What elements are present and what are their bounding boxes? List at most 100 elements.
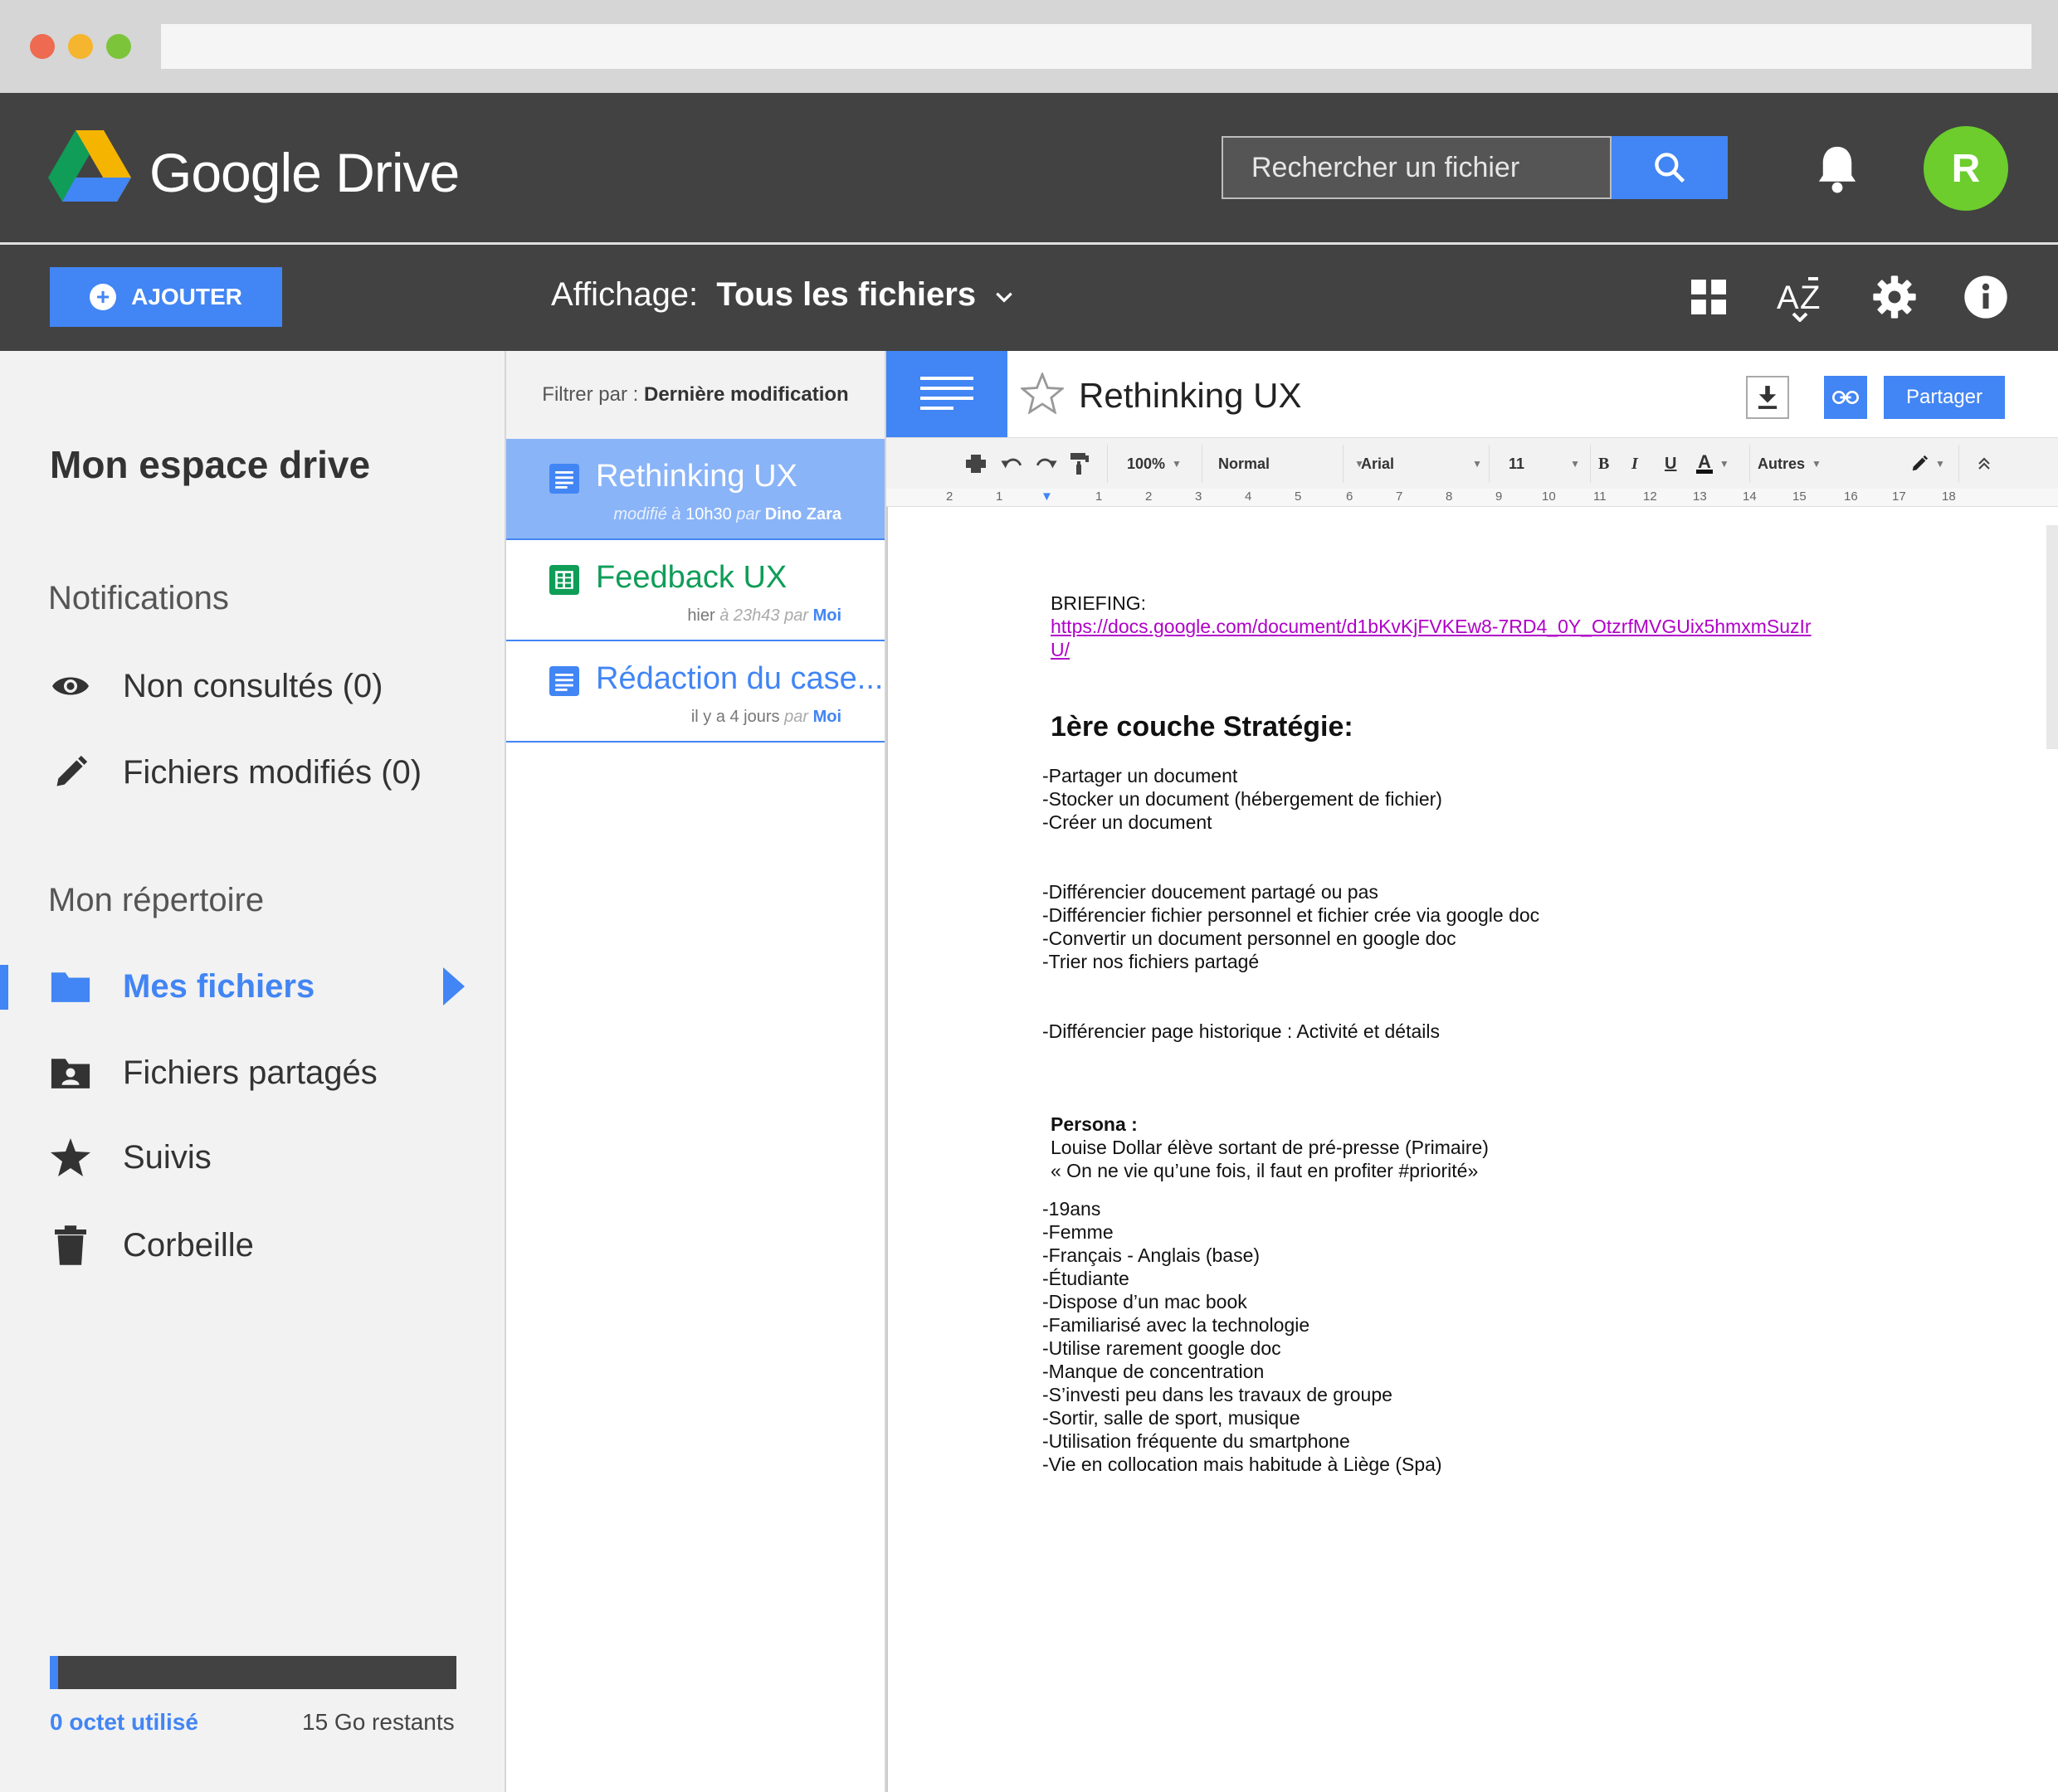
app-header: Google Drive R <box>0 93 2058 242</box>
ruler-tick: 12 <box>1643 489 1657 504</box>
minimize-window-icon[interactable] <box>68 34 93 59</box>
sidebar-item-unread[interactable]: Non consultés (0) <box>0 653 505 719</box>
ruler-tick: 15 <box>1792 489 1807 504</box>
doc-paragraph: -Différencier page historique : Activité… <box>1042 1020 1440 1042</box>
zoom-select[interactable]: 100% ▼ <box>1127 438 1182 489</box>
pencil-icon <box>1912 455 1929 471</box>
sidebar-item-trash[interactable]: Corbeille <box>0 1212 505 1278</box>
main-toolbar: + AJOUTER Affichage: Tous les fichiers A… <box>0 245 2058 351</box>
ruler-tick: 2 <box>1145 489 1153 504</box>
font-size-select[interactable]: 11 ▼ <box>1509 438 1592 489</box>
svg-text:A: A <box>1777 280 1799 316</box>
gear-icon <box>1873 275 1916 319</box>
search-input[interactable] <box>1222 136 1612 199</box>
briefing-link[interactable]: https://docs.google.com/document/d1bKvKj… <box>1051 615 1812 638</box>
folder-icon <box>48 964 93 1009</box>
file-item[interactable]: Rédaction du case... il y a 4 jours par … <box>506 641 885 743</box>
file-list-panel: Filtrer par : Dernière modification Reth… <box>506 351 886 1792</box>
directory-heading: Mon répertoire <box>48 882 265 918</box>
sidebar: Mon espace drive Notifications Non consu… <box>0 351 506 1792</box>
add-button[interactable]: + AJOUTER <box>50 267 282 327</box>
font-select[interactable]: Arial ▼ <box>1361 438 1494 489</box>
toolbar-separator <box>1590 445 1591 483</box>
caret-down-icon: ▼ <box>1812 458 1821 470</box>
ruler-tick: 7 <box>1396 489 1403 504</box>
toolbar-separator <box>1107 445 1108 483</box>
star-outline-icon[interactable] <box>1021 373 1064 414</box>
sidebar-item-label: Suivis <box>123 1138 212 1176</box>
filter-control[interactable]: Filtrer par : Dernière modification <box>506 351 885 439</box>
ruler: 2 1 ▼ 1 2 3 4 5 6 7 8 9 10 11 12 13 14 1… <box>886 489 2058 507</box>
sidebar-item-label: Non consultés (0) <box>123 667 383 704</box>
collapse-toolbar-button[interactable] <box>1977 438 1992 489</box>
maximize-window-icon[interactable] <box>106 34 131 59</box>
file-meta: il y a 4 jours par Moi <box>691 708 841 727</box>
doc-paragraph: -Différencier doucement partagé ou pas -… <box>1042 881 1540 972</box>
undo-button[interactable] <box>1001 438 1022 489</box>
sidebar-item-shared[interactable]: Fichiers partagés <box>0 1040 505 1106</box>
download-button[interactable] <box>1746 376 1789 419</box>
drive-logo-icon <box>48 130 131 202</box>
document-pane: Rethinking UX Partager 100% ▼ Normal ▼ Ari… <box>886 351 2058 1792</box>
ruler-tick: 14 <box>1743 489 1757 504</box>
doc-file-icon <box>549 464 579 494</box>
bold-button[interactable]: B <box>1598 438 1609 489</box>
file-by-prefix: par <box>736 505 761 523</box>
doc-paragraph: -Partager un document -Stocker un docume… <box>1042 765 1442 833</box>
ruler-tick: 5 <box>1295 489 1302 504</box>
chevron-up-icon <box>1978 457 1990 470</box>
file-when: 4 jours <box>729 708 780 726</box>
ruler-tick: 1 <box>1095 489 1103 504</box>
info-button[interactable] <box>1957 268 2015 326</box>
toolbar-separator <box>1958 445 1959 483</box>
redo-button[interactable] <box>1036 438 1057 489</box>
grid-view-icon <box>1691 280 1726 314</box>
print-button[interactable] <box>966 438 986 489</box>
underline-button[interactable]: U <box>1665 438 1676 489</box>
user-avatar[interactable]: R <box>1924 126 2008 211</box>
italic-icon: I <box>1631 454 1638 473</box>
search-button[interactable] <box>1612 136 1728 199</box>
ruler-tick: 17 <box>1892 489 1906 504</box>
doc-menu-button[interactable] <box>886 351 1007 437</box>
ruler-indent-marker[interactable]: ▼ <box>1041 489 1053 504</box>
brand-name: Google Drive <box>149 141 460 204</box>
grid-view-button[interactable] <box>1680 268 1738 326</box>
more-select[interactable]: Autres ▼ <box>1758 438 1821 489</box>
underline-icon: U <box>1665 454 1677 473</box>
caret-down-icon: ▼ <box>1472 458 1482 470</box>
caret-down-icon: ▼ <box>1570 458 1580 470</box>
notifications-bell-icon[interactable] <box>1812 143 1862 196</box>
ruler-tick: 2 <box>946 489 953 504</box>
text-color-button[interactable]: A ▼ <box>1696 438 1729 489</box>
paint-format-button[interactable] <box>1070 438 1089 489</box>
sidebar-item-label: Fichiers modifiés (0) <box>123 753 422 791</box>
copy-link-button[interactable] <box>1824 376 1867 419</box>
settings-button[interactable] <box>1865 268 1924 326</box>
style-select[interactable]: Normal ▼ <box>1218 438 1376 489</box>
close-window-icon[interactable] <box>30 34 55 59</box>
file-item[interactable]: Feedback UX hier à 23h43 par Moi <box>506 540 885 641</box>
ruler-tick: 8 <box>1446 489 1453 504</box>
scrollbar-thumb[interactable] <box>2046 525 2058 749</box>
address-bar[interactable] <box>161 24 2031 69</box>
sort-az-icon: A Z <box>1777 277 1820 322</box>
view-selector[interactable]: Affichage: Tous les fichiers <box>551 276 1015 314</box>
sidebar-item-starred[interactable]: Suivis <box>0 1124 505 1191</box>
briefing-link-continued[interactable]: U/ <box>1051 638 1070 661</box>
edit-mode-button[interactable]: ▼ <box>1910 438 1945 489</box>
file-when-prefix: modifié à <box>613 505 681 523</box>
undo-icon <box>1001 458 1022 469</box>
sidebar-item-label: Fichiers partagés <box>123 1054 378 1091</box>
italic-button[interactable]: I <box>1631 438 1638 489</box>
file-name: Rethinking UX <box>596 459 797 494</box>
eye-icon <box>48 664 93 709</box>
doc-paragraph: -19ans -Femme -Français - Anglais (base)… <box>1042 1198 1442 1475</box>
sidebar-item-my-files[interactable]: Mes fichiers <box>0 953 505 1020</box>
doc-file-icon <box>549 666 579 696</box>
file-item[interactable]: Rethinking UX modifié à 10h30 par Dino Z… <box>506 439 885 540</box>
share-button[interactable]: Partager <box>1884 376 2005 419</box>
brand-product: Drive <box>335 142 460 203</box>
sort-button[interactable]: A Z <box>1771 268 1829 326</box>
sidebar-item-modified[interactable]: Fichiers modifiés (0) <box>0 739 505 806</box>
